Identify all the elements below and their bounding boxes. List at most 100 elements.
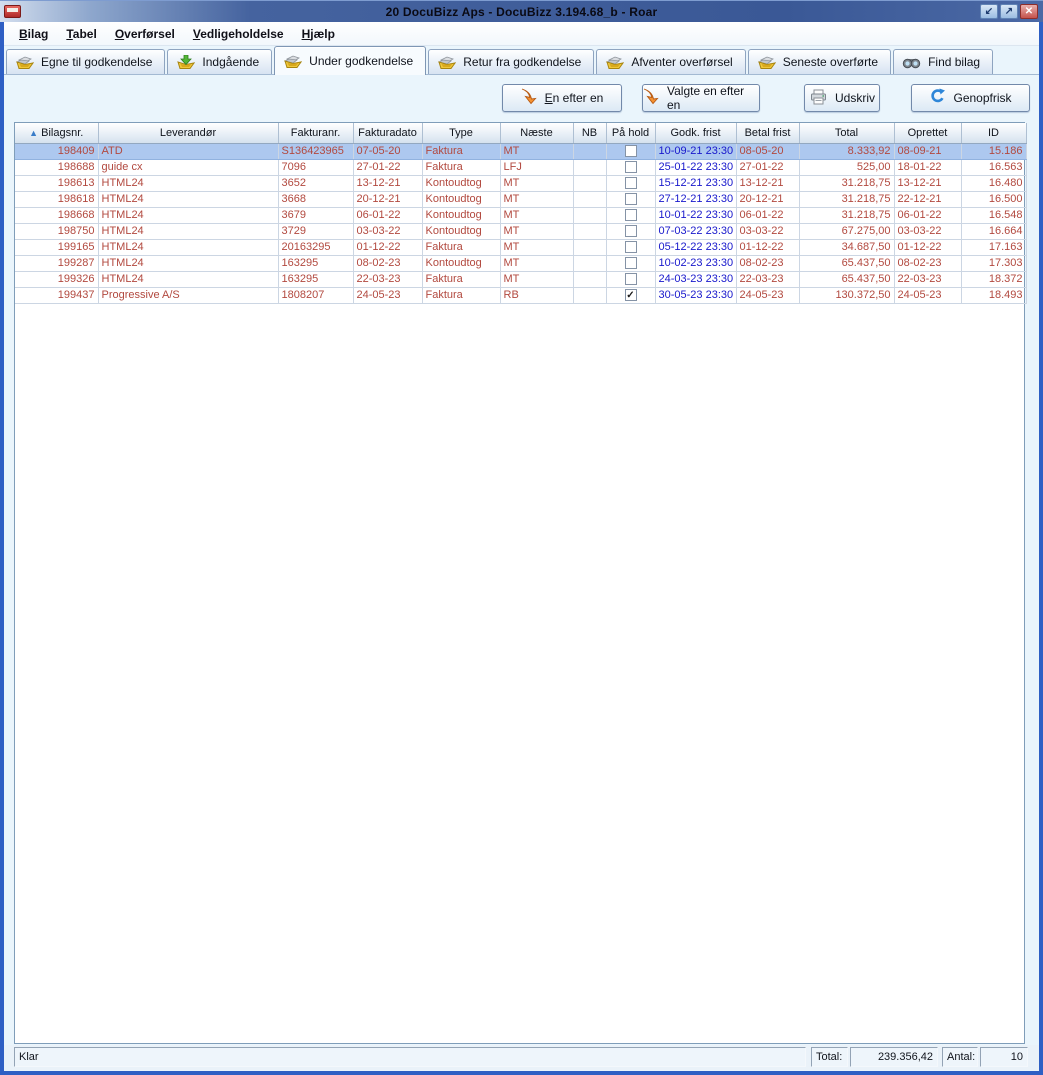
tab-afventer-overf-rsel[interactable]: Afventer overførsel [596,49,745,74]
table-row[interactable]: 199326HTML2416329522-03-23FakturaMT24-03… [15,271,1026,287]
tab-egne-til-godkendelse[interactable]: Egne til godkendelse [6,49,165,74]
paa-hold-checkbox[interactable] [625,257,637,269]
column-header-nb[interactable]: NB [573,123,606,143]
column-header-id[interactable]: ID [961,123,1026,143]
table-row[interactable]: 198409ATDS13642396507-05-20FakturaMT10-0… [15,143,1026,159]
menu-item-overf-rsel[interactable]: Overførsel [106,24,184,44]
column-header-p-hold[interactable]: På hold [606,123,655,143]
cell-id: 16.664 [961,223,1026,239]
paa-hold-checkbox[interactable] [625,193,637,205]
table-row[interactable]: 199165HTML242016329501-12-22FakturaMT05-… [15,239,1026,255]
tray-icon [757,55,776,70]
tab-retur-fra-godkendelse[interactable]: Retur fra godkendelse [428,49,594,74]
table-row[interactable]: 198750HTML24372903-03-22KontoudtogMT07-0… [15,223,1026,239]
tab-under-godkendelse[interactable]: Under godkendelse [274,46,426,75]
paa-hold-checkbox[interactable] [625,209,637,221]
tab-find-bilag[interactable]: Find bilag [893,49,993,74]
cell-paa-hold [606,223,655,239]
cell-nb [573,239,606,255]
column-header-n-ste[interactable]: Næste [500,123,573,143]
close-button[interactable]: ✕ [1020,4,1038,19]
cell-id: 17.303 [961,255,1026,271]
cell-paa-hold [606,255,655,271]
column-header-leverand-r[interactable]: Leverandør [98,123,278,143]
table-row[interactable]: 199437Progressive A/S180820724-05-23Fakt… [15,287,1026,303]
column-header-total[interactable]: Total [799,123,894,143]
menu-item-tabel[interactable]: Tabel [57,24,105,44]
cell-leverandor: guide cx [98,159,278,175]
restore-button[interactable]: ↗ [1000,4,1018,19]
cell-bilagsnr: 198613 [15,175,98,191]
table-row[interactable]: 198613HTML24365213-12-21KontoudtogMT15-1… [15,175,1026,191]
cell-fakturadato: 08-02-23 [353,255,422,271]
column-header-bilagsnr[interactable]: ▲ Bilagsnr. [15,123,98,143]
tab-label: Find bilag [928,55,980,69]
cell-oprettet: 03-03-22 [894,223,961,239]
tab-seneste-overf-rte[interactable]: Seneste overførte [748,49,891,74]
paa-hold-checkbox[interactable] [625,177,637,189]
documents-table: ▲ Bilagsnr.LeverandørFakturanr.Fakturada… [14,122,1025,1044]
refresh-button[interactable]: Genopfrisk [911,84,1030,112]
cell-godk-frist: 05-12-22 23:30 [655,239,736,255]
printer-icon [809,89,828,108]
cell-fakturadato: 20-12-21 [353,191,422,207]
tray-icon [437,55,456,70]
paa-hold-checkbox[interactable] [625,225,637,237]
paa-hold-checkbox[interactable] [625,241,637,253]
tab-label: Under godkendelse [309,54,413,68]
app-window: 20 DocuBizz Aps - DocuBizz 3.194.68_b - … [0,0,1043,1075]
button-label: En efter en [545,91,604,105]
cell-type: Faktura [422,143,500,159]
cell-paa-hold [606,271,655,287]
cell-total: 525,00 [799,159,894,175]
cell-naeste: MT [500,175,573,191]
table-row[interactable]: 198668HTML24367906-01-22KontoudtogMT10-0… [15,207,1026,223]
tab-indg-ende[interactable]: Indgående [167,49,272,74]
cell-leverandor: HTML24 [98,175,278,191]
table-row[interactable]: 198688guide cx709627-01-22FakturaLFJ25-0… [15,159,1026,175]
cell-nb [573,207,606,223]
column-header-fakturadato[interactable]: Fakturadato [353,123,422,143]
column-header-betal-frist[interactable]: Betal frist [736,123,799,143]
column-header-fakturanr[interactable]: Fakturanr. [278,123,353,143]
cell-godk-frist: 07-03-22 23:30 [655,223,736,239]
paa-hold-checkbox[interactable] [625,161,637,173]
menu-item-hj-lp[interactable]: Hjælp [293,24,344,44]
cell-leverandor: HTML24 [98,207,278,223]
cell-oprettet: 18-01-22 [894,159,961,175]
cell-bilagsnr: 199287 [15,255,98,271]
table-row[interactable]: 198618HTML24366820-12-21KontoudtogMT27-1… [15,191,1026,207]
cell-id: 16.548 [961,207,1026,223]
cell-nb [573,287,606,303]
column-header-type[interactable]: Type [422,123,500,143]
cell-fakturadato: 22-03-23 [353,271,422,287]
paa-hold-checkbox[interactable] [625,145,637,157]
selected-button[interactable]: Valgte en efter en [642,84,760,112]
minimize-button[interactable]: ↙ [980,4,998,19]
cell-betal-frist: 01-12-22 [736,239,799,255]
cell-godk-frist: 10-09-21 23:30 [655,143,736,159]
menu-item-bilag[interactable]: Bilag [10,24,57,44]
cell-betal-frist: 06-01-22 [736,207,799,223]
cell-bilagsnr: 198750 [15,223,98,239]
column-header-oprettet[interactable]: Oprettet [894,123,961,143]
cell-betal-frist: 08-02-23 [736,255,799,271]
table-row[interactable]: 199287HTML2416329508-02-23KontoudtogMT10… [15,255,1026,271]
menu-item-vedligeholdelse[interactable]: Vedligeholdelse [184,24,293,44]
status-message: Klar [14,1047,806,1067]
one-button[interactable]: En efter en [502,84,622,112]
print-button[interactable]: Udskriv [804,84,880,112]
cell-leverandor: HTML24 [98,191,278,207]
cell-oprettet: 08-02-23 [894,255,961,271]
refresh-icon [929,88,946,108]
column-header-godk-frist[interactable]: Godk. frist [655,123,736,143]
cell-fakturadato: 03-03-22 [353,223,422,239]
cell-type: Faktura [422,271,500,287]
orange-arrow-icon [643,88,660,108]
sort-asc-icon: ▲ [29,128,38,138]
cell-total: 65.437,50 [799,271,894,287]
paa-hold-checkbox[interactable]: ✓ [625,289,637,301]
cell-total: 31.218,75 [799,207,894,223]
cell-type: Kontoudtog [422,255,500,271]
paa-hold-checkbox[interactable] [625,273,637,285]
